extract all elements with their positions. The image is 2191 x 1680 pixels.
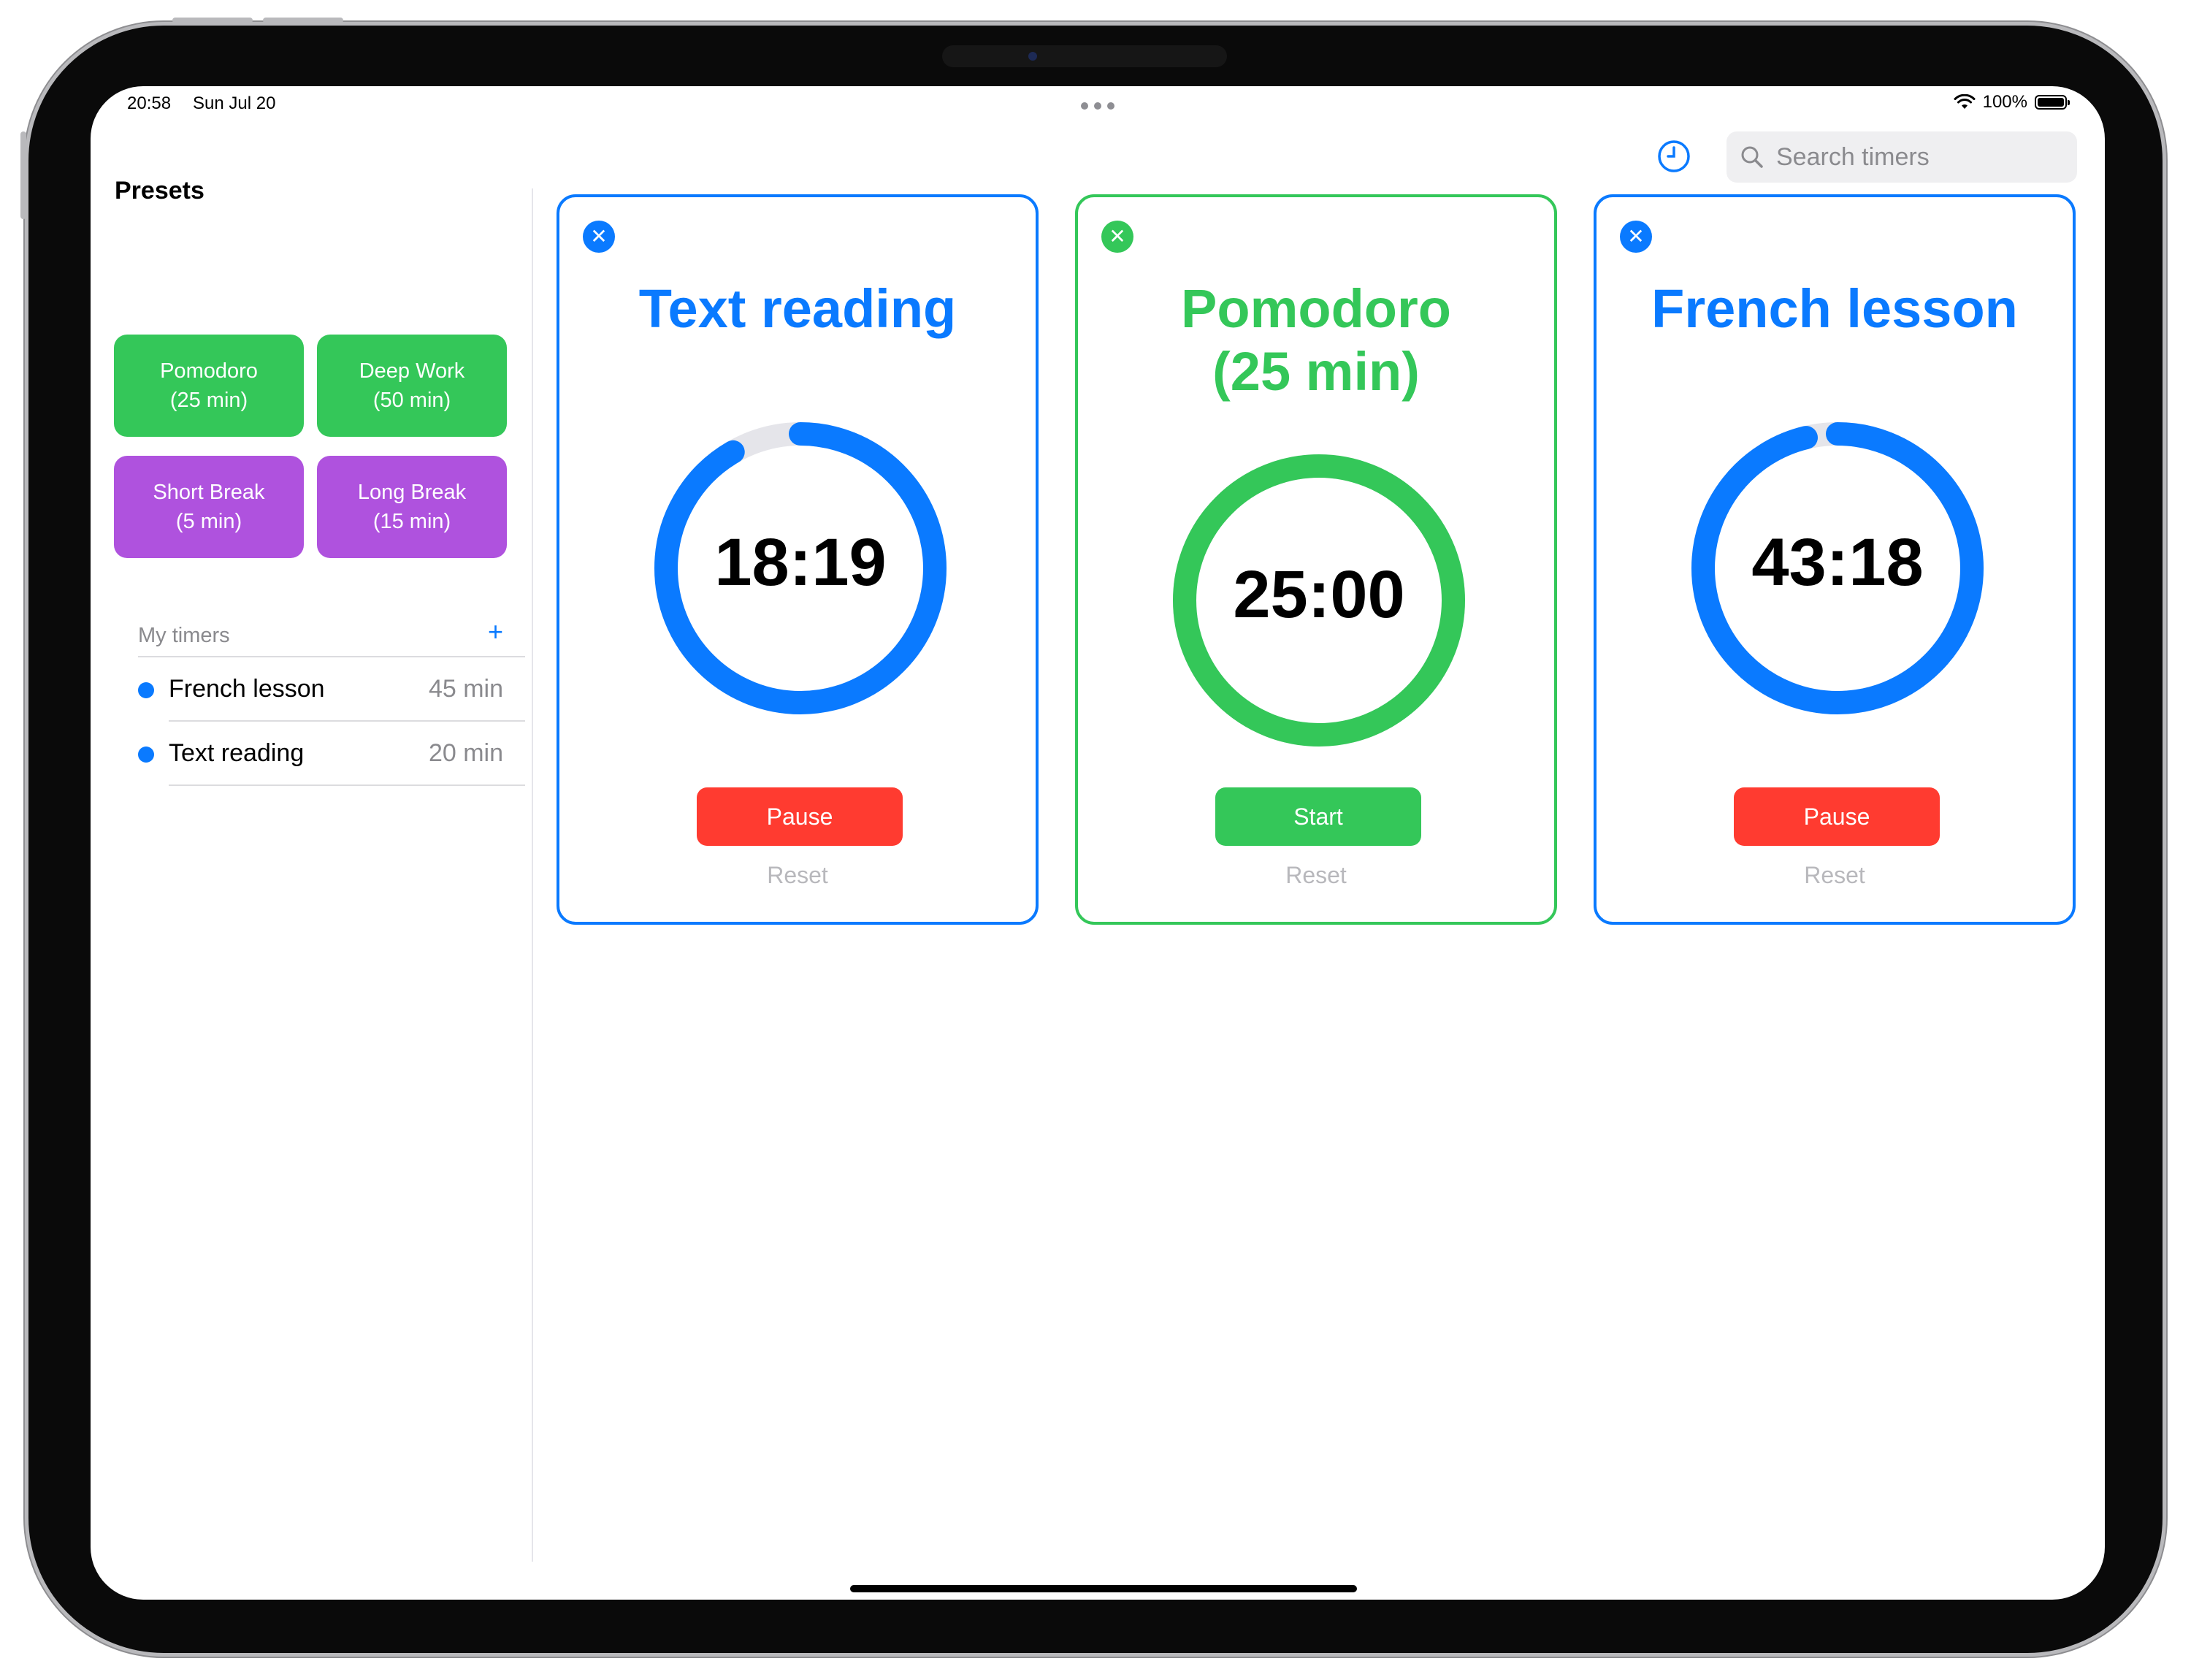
preset-label: Long Break: [357, 481, 467, 504]
home-indicator[interactable]: [850, 1585, 1357, 1592]
screen: 20:58 Sun Jul 20 100% Presets Pomodoro (…: [91, 86, 2105, 1600]
timer-title: Text reading: [638, 278, 957, 339]
battery-percent: 100%: [1982, 92, 2027, 112]
timer-remaining: 25:00: [1233, 557, 1405, 632]
my-timers-header: My timers +: [138, 616, 525, 657]
reset-button[interactable]: Reset: [559, 862, 1036, 889]
wifi-icon: [1954, 94, 1976, 109]
multitasking-dots-icon[interactable]: [1081, 102, 1114, 110]
status-time: 20:58: [127, 93, 172, 113]
timer-name: Text reading: [169, 739, 305, 767]
pause-button[interactable]: Pause: [1734, 787, 1940, 846]
status-date: Sun Jul 20: [193, 93, 276, 113]
timer-duration: 20 min: [428, 739, 503, 767]
preset-duration: (50 min): [372, 389, 451, 412]
volume-down-button: [263, 18, 343, 23]
timer-remaining: 43:18: [1751, 525, 1924, 600]
search-icon: [1741, 146, 1763, 168]
camera-housing: [942, 45, 1227, 67]
reset-button[interactable]: Reset: [1078, 862, 1554, 889]
preset-duration: (5 min): [175, 510, 242, 533]
timer-title: Pomodoro (25 min): [1078, 278, 1554, 403]
timer-color-dot: [138, 747, 154, 763]
timer-list-item-text-reading[interactable]: Text reading 20 min: [138, 722, 525, 786]
add-timer-button[interactable]: +: [488, 616, 503, 647]
preset-deep-work-button[interactable]: Deep Work (50 min): [317, 335, 507, 437]
row-divider: [169, 784, 525, 786]
timer-color-dot: [138, 682, 154, 698]
timer-title-line: (25 min): [1212, 341, 1420, 402]
preset-label: Short Break: [153, 481, 265, 504]
timer-card-pomodoro: ✕ Pomodoro (25 min) 25:00 Start Reset: [1075, 194, 1557, 925]
reset-button[interactable]: Reset: [1597, 862, 2073, 889]
volume-up-button: [172, 18, 253, 23]
search-bar[interactable]: [1727, 131, 2077, 183]
preset-pomodoro-button[interactable]: Pomodoro (25 min): [114, 335, 304, 437]
preset-label: Pomodoro: [160, 359, 258, 383]
search-input[interactable]: [1775, 142, 2055, 172]
timer-remaining: 18:19: [714, 525, 887, 600]
clock-icon[interactable]: [1656, 139, 1691, 174]
preset-label: Deep Work: [359, 359, 465, 383]
close-icon[interactable]: ✕: [583, 221, 615, 253]
preset-duration: (15 min): [372, 510, 451, 533]
camera-icon: [1028, 52, 1037, 61]
timer-title-line: Pomodoro: [1181, 278, 1451, 339]
timer-card-french-lesson: ✕ French lesson 43:18 Pause Reset: [1594, 194, 2076, 925]
presets-title: Presets: [115, 177, 204, 205]
my-timers-label: My timers: [138, 624, 230, 647]
timer-title: French lesson: [1651, 278, 2018, 339]
status-indicators: 100%: [1954, 92, 2070, 112]
battery-icon: [2035, 95, 2070, 110]
close-icon[interactable]: ✕: [1620, 221, 1652, 253]
preset-short-break-button[interactable]: Short Break (5 min): [114, 456, 304, 558]
preset-long-break-button[interactable]: Long Break (15 min): [317, 456, 507, 558]
timer-name: French lesson: [169, 675, 325, 703]
timer-duration: 45 min: [428, 675, 503, 703]
pause-button[interactable]: Pause: [697, 787, 903, 846]
timer-list-item-french-lesson[interactable]: French lesson 45 min: [138, 657, 525, 722]
preset-duration: (25 min): [169, 389, 248, 412]
start-button[interactable]: Start: [1215, 787, 1421, 846]
sidebar: Presets Pomodoro (25 min) Deep Work (50 …: [91, 177, 533, 1562]
top-button: [20, 131, 26, 219]
close-icon[interactable]: ✕: [1101, 221, 1133, 253]
timer-card-text-reading: ✕ Text reading 18:19 Pause Reset: [557, 194, 1039, 925]
